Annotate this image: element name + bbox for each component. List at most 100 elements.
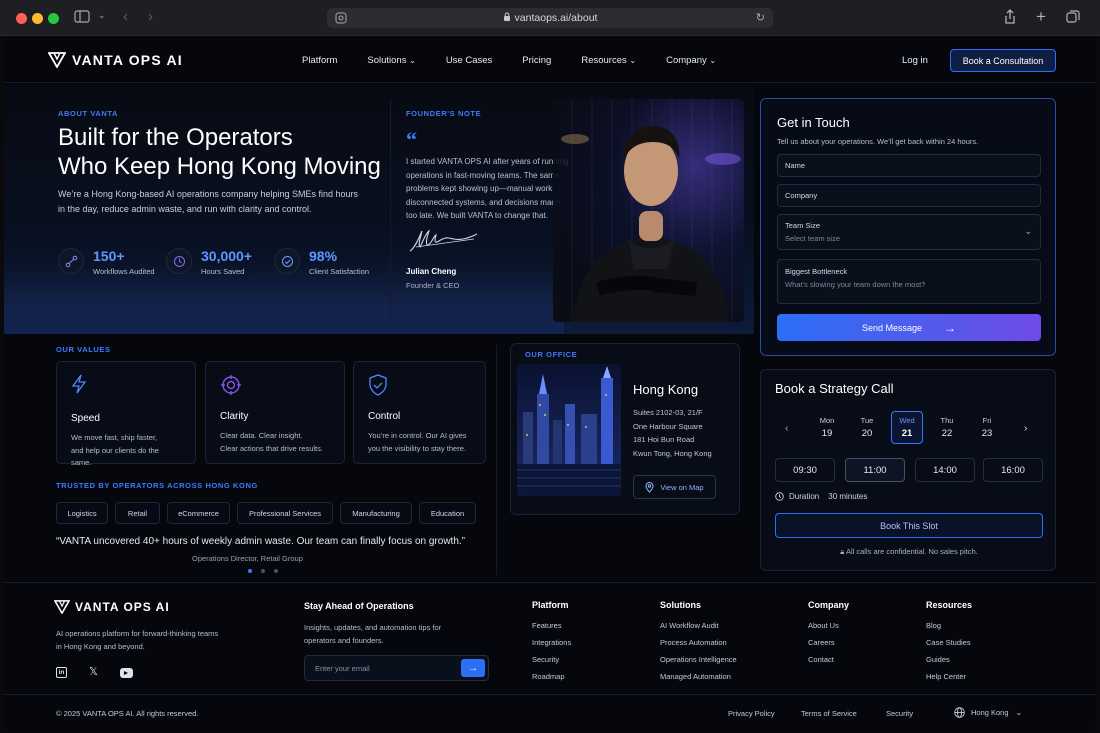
day-date: 23 — [981, 428, 993, 439]
footer-link[interactable]: Contact — [808, 655, 849, 664]
x-twitter-icon[interactable]: 𝕏 — [89, 667, 98, 678]
social-links: in 𝕏 — [56, 667, 133, 678]
footer-col-solutions: Solutions AI Workflow Audit Process Auto… — [660, 600, 737, 689]
subscribe-arrow-button[interactable]: → — [461, 659, 485, 677]
footer-link[interactable]: Guides — [926, 655, 972, 664]
hero-title-line: Who Keep Hong Kong Moving — [58, 153, 381, 180]
day-name: Tue — [860, 416, 874, 425]
back-icon[interactable]: ‹ — [123, 8, 128, 25]
check-circle-icon — [274, 248, 300, 274]
privacy-link[interactable]: Privacy Policy — [728, 709, 775, 718]
footer-link[interactable]: Integrations — [532, 638, 571, 647]
view-on-map-button[interactable]: View on Map — [633, 475, 716, 499]
url-text: vantaops.ai/about — [514, 12, 598, 24]
carousel-dot[interactable] — [274, 569, 278, 573]
vanta-logo-icon — [54, 600, 70, 614]
day-name: Mon — [819, 416, 835, 425]
maximize-window-button[interactable] — [48, 13, 59, 24]
page-settings-icon[interactable] — [335, 12, 347, 27]
lock-icon — [503, 12, 511, 24]
day-date: 20 — [861, 428, 873, 439]
day-tue[interactable]: Tue 20 — [851, 416, 883, 439]
region-selector[interactable]: Hong Kong ⌄ — [954, 707, 1022, 718]
value-desc: We move fast, ship faster, and help our c… — [71, 432, 181, 470]
footer-link[interactable]: Features — [532, 621, 571, 630]
footer-link[interactable]: About Us — [808, 621, 849, 630]
close-window-button[interactable] — [16, 13, 27, 24]
team-size-select[interactable]: Team Size Select team size ⌄ — [777, 214, 1041, 250]
footer-link[interactable]: Operations Intelligence — [660, 655, 737, 664]
footer-link[interactable]: Process Automation — [660, 638, 737, 647]
book-slot-button[interactable]: Book This Slot — [775, 513, 1043, 538]
office-card: OUR OFFICE Hong Kong Suites 2102-03, 21/… — [510, 343, 740, 515]
brand-logo[interactable]: VANTA OPS AI — [48, 52, 183, 68]
time-slot[interactable]: 14:00 — [915, 458, 975, 482]
carousel-dots — [248, 569, 278, 573]
address-line: Kwun Tong, Hong Kong — [633, 448, 712, 458]
email-placeholder: Enter your email — [315, 664, 370, 673]
footer-logo[interactable]: VANTA OPS AI — [54, 600, 170, 614]
book-consultation-button[interactable]: Book a Consultation — [950, 49, 1056, 72]
nav-link-solutions[interactable]: Solutions ⌄ — [367, 55, 415, 66]
founder-photo — [553, 99, 744, 322]
value-desc: You’re in control. Our AI gives you the v… — [368, 430, 471, 455]
footer-col-company: Company About Us Careers Contact — [808, 600, 849, 672]
stat-label: Hours Saved — [201, 267, 245, 276]
address-bar[interactable]: vantaops.ai/about ↻ — [327, 8, 773, 28]
youtube-icon[interactable] — [119, 668, 133, 678]
security-link[interactable]: Security — [886, 709, 913, 718]
field-placeholder: Select team size — [785, 234, 841, 243]
share-icon[interactable] — [1004, 9, 1016, 27]
nav-link-use-cases[interactable]: Use Cases — [446, 55, 492, 66]
industry-pill: Logistics — [56, 502, 108, 524]
nav-link-platform[interactable]: Platform — [302, 55, 337, 66]
copyright: © 2025 VANTA OPS AI. All rights reserved… — [56, 709, 199, 718]
footer-link[interactable]: Security — [532, 655, 571, 664]
time-slot[interactable]: 09:30 — [775, 458, 835, 482]
terms-link[interactable]: Terms of Service — [801, 709, 857, 718]
value-desc-line: You’re in control. Our AI gives — [368, 431, 467, 440]
time-slot[interactable]: 16:00 — [983, 458, 1043, 482]
chevron-down-icon[interactable]: ⌄ — [98, 10, 106, 21]
stat-hours: 30,000+ Hours Saved — [166, 248, 252, 276]
duration-value: 30 minutes — [828, 492, 868, 501]
minimize-window-button[interactable] — [32, 13, 43, 24]
footer-link[interactable]: Careers — [808, 638, 849, 647]
company-field[interactable]: Company — [777, 184, 1041, 207]
day-thu[interactable]: Thu 22 — [931, 416, 963, 439]
bolt-icon — [71, 374, 87, 394]
nav-link-pricing[interactable]: Pricing — [522, 55, 551, 66]
linkedin-icon[interactable]: in — [56, 667, 67, 678]
footer-link[interactable]: Managed Automation — [660, 672, 737, 681]
tab-overview-icon[interactable] — [1066, 10, 1080, 27]
footer-link[interactable]: Roadmap — [532, 672, 571, 681]
time-slot-selected[interactable]: 11:00 — [845, 458, 905, 482]
footer-link[interactable]: Blog — [926, 621, 972, 630]
brand-name: VANTA OPS AI — [75, 600, 170, 614]
carousel-dot-active[interactable] — [248, 569, 252, 573]
footer-link[interactable]: Case Studies — [926, 638, 972, 647]
login-link[interactable]: Log in — [902, 55, 928, 66]
new-tab-icon[interactable]: + — [1036, 7, 1046, 27]
newsletter-email-input[interactable]: Enter your email → — [304, 655, 489, 681]
nav-link-resources[interactable]: Resources ⌄ — [581, 55, 636, 66]
day-wed-selected[interactable]: Wed 21 — [891, 411, 923, 444]
send-message-button[interactable]: Send Message → — [777, 314, 1041, 341]
footer-link[interactable]: Help Center — [926, 672, 972, 681]
name-field[interactable]: Name — [777, 154, 1041, 177]
day-name: Wed — [899, 416, 915, 425]
duration-label: Duration — [789, 492, 820, 501]
footer-link[interactable]: AI Workflow Audit — [660, 621, 737, 630]
sidebar-toggle-icon[interactable] — [74, 10, 90, 26]
carousel-dot[interactable] — [261, 569, 265, 573]
prev-week-icon[interactable]: ‹ — [785, 423, 788, 434]
next-week-icon[interactable]: › — [1024, 423, 1027, 434]
bottleneck-textarea[interactable]: Biggest Bottleneck What’s slowing your t… — [777, 259, 1041, 304]
nav-link-company[interactable]: Company ⌄ — [666, 55, 716, 66]
address-line: 181 Hoi Bun Road — [633, 435, 695, 444]
forward-icon[interactable]: › — [148, 8, 153, 25]
value-desc-line: you the visibility to stay there. — [368, 443, 466, 453]
reload-icon[interactable]: ↻ — [756, 11, 765, 24]
day-mon[interactable]: Mon 19 — [811, 416, 843, 439]
day-fri[interactable]: Fri 23 — [971, 416, 1003, 439]
